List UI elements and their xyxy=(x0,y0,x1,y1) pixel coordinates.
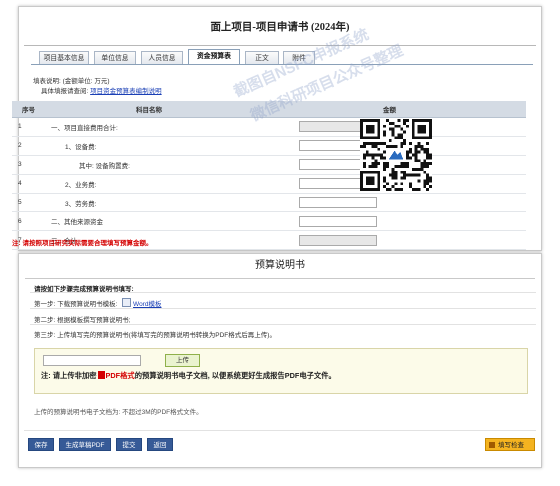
amount-input[interactable] xyxy=(299,215,377,227)
table-row: 1 一、项目直接费用合计: xyxy=(12,117,526,137)
tab-unit-info[interactable]: 单位信息 xyxy=(94,51,136,64)
row-number: 5 xyxy=(12,193,45,213)
step-2: 第二步: 根据模板撰写预算说明书; xyxy=(34,317,131,324)
divider xyxy=(30,324,536,325)
row-label: 2、业务费: xyxy=(45,174,253,194)
step-1: 第一步: 下载预算说明书模板: Word模板 xyxy=(34,298,161,308)
row-label: 3、劳务费: xyxy=(45,193,253,213)
fill-note: 填表说明: (金额单位: 万元) xyxy=(33,78,110,85)
submit-button[interactable]: 提交 xyxy=(116,438,142,451)
explanation-title: 预算说明书 xyxy=(25,254,535,279)
qr-code-image xyxy=(360,119,432,191)
divider xyxy=(30,292,536,293)
table-row: 3 其中: 设备购置费: xyxy=(12,155,526,175)
save-button[interactable]: 保存 xyxy=(28,438,54,451)
check-icon xyxy=(489,442,495,448)
generate-pdf-button[interactable]: 生成草稿PDF xyxy=(59,438,111,451)
upload-button[interactable]: 上传 xyxy=(165,354,200,367)
row-number: 6 xyxy=(12,211,45,232)
tab-attachment[interactable]: 附件 xyxy=(283,51,315,64)
table-row: 5 3、劳务费: xyxy=(12,193,526,213)
row-number: 1 xyxy=(12,117,45,137)
word-template-link[interactable]: Word模板 xyxy=(133,301,161,308)
table-row: 2 1、设备费: xyxy=(12,136,526,156)
size-note: 上传的预算说明书电子文档为: 不超过3M的PDF格式文件。 xyxy=(34,409,203,416)
col-no-header: 序号 xyxy=(12,101,45,118)
budget-guide-link[interactable]: 项目资金预算表编制说明 xyxy=(90,88,162,95)
amount-input[interactable] xyxy=(299,197,377,208)
back-button[interactable]: 返回 xyxy=(147,438,173,451)
tab-basic-info[interactable]: 项目基本信息 xyxy=(39,51,89,64)
page-title: 面上项目-项目申请书 (2024年) xyxy=(210,22,350,33)
button-bar-divider xyxy=(24,430,536,431)
pdf-icon xyxy=(97,371,105,379)
table-row: 4 2、业务费: xyxy=(12,174,526,194)
tab-personnel-info[interactable]: 人员信息 xyxy=(141,51,183,64)
amount-input xyxy=(299,234,377,246)
upload-note-red: PDF格式 xyxy=(105,371,135,380)
budget-table: 序号 科目名称 金额 1 一、项目直接费用合计: 2 1、设备费: 3 其中: 设备购置费… xyxy=(12,101,526,251)
amount-cell xyxy=(253,193,526,213)
row-label: 一、项目直接费用合计: xyxy=(45,117,253,137)
step-1-text: 第一步: 下载预算说明书模板: xyxy=(34,301,118,308)
title-divider xyxy=(24,45,536,46)
query-label: 具体填报请查阅: xyxy=(41,88,89,95)
fill-check-label: 填写检查 xyxy=(498,442,524,449)
step-3: 第三步: 上传填写完的预算说明书(将填写完的预算说明书转换为PDF格式后再上传)… xyxy=(34,332,276,339)
divider xyxy=(30,308,536,309)
row-label: 二、其他来源资金 xyxy=(45,211,253,232)
row-label: 其中: 设备购置费: xyxy=(45,155,253,175)
word-icon xyxy=(122,298,132,307)
query-line: 具体填报请查阅: 项目资金预算表编制说明 xyxy=(41,85,162,95)
tab-main-text[interactable]: 正文 xyxy=(245,51,279,64)
amount-cell xyxy=(253,211,526,232)
row-label: 1、设备费: xyxy=(45,136,253,156)
col-name-header: 科目名称 xyxy=(45,101,253,118)
table-row: 6 二、其他来源资金 xyxy=(12,211,526,232)
budget-warning: 注: 请按照项目研究实际需要合理填写预算金额。 xyxy=(12,240,153,247)
upload-box: 上传 注: 请上传非加密 PDF格式的预算说明书电子文档, 以便系统更好生成报告P… xyxy=(34,348,528,394)
tab-bar: 项目基本信息 单位信息 人员信息 资金预算表 正文 附件 xyxy=(31,49,533,65)
row-number: 2 xyxy=(12,136,45,156)
fill-check-button[interactable]: 填写检查 xyxy=(485,438,535,451)
table-header-row: 序号 科目名称 金额 xyxy=(12,101,526,118)
row-number: 4 xyxy=(12,174,45,194)
upload-note-before: 注: 请上传非加密 xyxy=(41,371,97,380)
file-input[interactable] xyxy=(43,355,141,366)
row-number: 3 xyxy=(12,155,45,175)
upload-note: 注: 请上传非加密 PDF格式的预算说明书电子文档, 以便系统更好生成报告PDF电… xyxy=(41,371,336,381)
tab-budget[interactable]: 资金预算表 xyxy=(188,49,240,64)
upload-note-after: 的预算说明书电子文档, 以便系统更好生成报告PDF电子文件。 xyxy=(134,371,336,380)
col-amount-header: 金额 xyxy=(253,101,526,118)
amount-cell xyxy=(253,230,526,251)
